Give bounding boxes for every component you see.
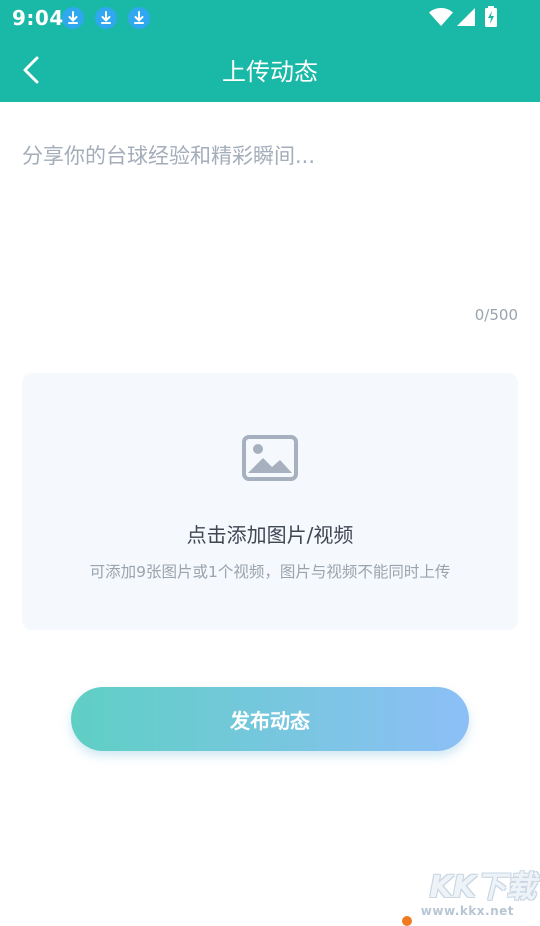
status-time: 9:04 xyxy=(12,6,64,30)
download-icon xyxy=(62,7,84,29)
header: 上传动态 xyxy=(0,36,540,102)
page-title: 上传动态 xyxy=(222,58,318,86)
signal-icon xyxy=(455,5,477,33)
watermark-dot xyxy=(402,916,412,926)
watermark-url: www.kkx.net xyxy=(420,904,514,918)
watermark: KK下载 www.kkx.net xyxy=(420,862,540,920)
character-counter: 0/500 xyxy=(474,306,518,324)
upload-hint: 可添加9张图片或1个视频，图片与视频不能同时上传 xyxy=(89,563,451,581)
download-icon xyxy=(95,7,117,29)
download-icon xyxy=(128,7,150,29)
battery-charging-icon xyxy=(483,5,499,33)
wifi-icon xyxy=(428,5,454,33)
media-upload-area[interactable]: 点击添加图片/视频 可添加9张图片或1个视频，图片与视频不能同时上传 xyxy=(22,373,518,630)
post-text-input[interactable] xyxy=(22,140,518,290)
image-icon xyxy=(242,435,298,485)
status-bar: 9:04 xyxy=(0,0,540,36)
upload-title: 点击添加图片/视频 xyxy=(186,523,354,547)
publish-button[interactable]: 发布动态 xyxy=(71,687,469,751)
watermark-logo: KK下载 xyxy=(429,870,537,905)
